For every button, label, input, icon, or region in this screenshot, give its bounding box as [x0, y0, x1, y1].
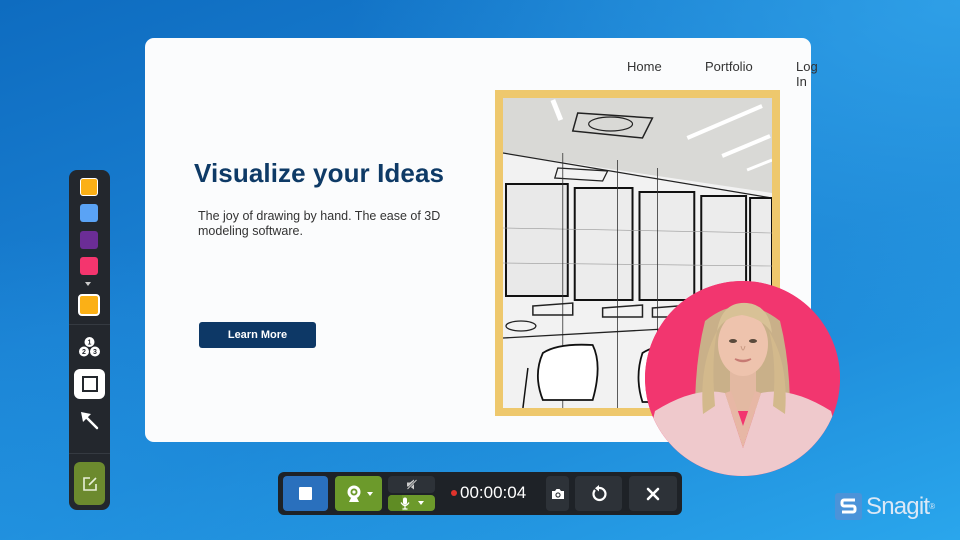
stop-recording-button[interactable]	[283, 476, 328, 511]
step-label-2: 2	[82, 349, 86, 356]
microphone-toggle-button[interactable]	[388, 495, 435, 511]
mic-options-caret-icon[interactable]	[417, 501, 424, 505]
recording-toolbar: 00:00:04	[278, 472, 682, 515]
presenter-video	[645, 281, 840, 476]
current-color-swatch[interactable]	[78, 294, 100, 316]
restart-icon	[591, 484, 607, 501]
rectangle-icon	[81, 376, 98, 392]
stop-icon	[299, 487, 312, 500]
step-label-3: 3	[93, 349, 97, 356]
snagit-logo: Snagit ®	[835, 493, 935, 520]
system-audio-muted-icon	[405, 479, 418, 490]
color-swatch-orange[interactable]	[80, 178, 98, 196]
arrow-tool-button[interactable]	[77, 408, 102, 433]
site-nav: Home Portfolio Log In	[511, 59, 818, 89]
snagit-logo-icon	[835, 493, 862, 520]
camera-icon	[551, 488, 564, 499]
step-label-1: 1	[88, 340, 92, 347]
step-tool-button[interactable]: 1 2 3	[77, 336, 102, 358]
screenshot-button[interactable]	[546, 476, 569, 511]
webcam-toggle-button[interactable]	[335, 476, 382, 511]
step-numbers-icon: 1 2 3	[79, 337, 100, 357]
recording-indicator-icon	[451, 490, 457, 496]
registered-mark: ®	[929, 502, 936, 511]
arrow-icon	[80, 411, 98, 429]
edit-tool-button[interactable]	[74, 462, 105, 505]
color-swatch-pink[interactable]	[80, 257, 98, 275]
panel-divider	[69, 453, 110, 454]
webcam-overlay[interactable]	[645, 281, 840, 476]
system-audio-toggle-button[interactable]	[388, 476, 435, 493]
rectangle-tool-button[interactable]	[74, 369, 105, 399]
color-swatch-purple[interactable]	[80, 231, 98, 249]
panel-divider	[69, 324, 110, 325]
webcam-icon	[347, 485, 361, 502]
nav-login-link[interactable]: Log In	[796, 59, 818, 89]
hero-subtitle: The joy of drawing by hand. The ease of …	[198, 209, 441, 238]
close-icon	[646, 487, 660, 500]
learn-more-button[interactable]: Learn More	[199, 322, 316, 348]
timer-value: 00:00:04	[460, 483, 527, 502]
nav-home-link[interactable]: Home	[627, 59, 662, 74]
cancel-recording-button[interactable]	[629, 476, 677, 511]
edit-icon	[82, 476, 97, 491]
color-more-caret-icon[interactable]	[85, 282, 91, 286]
snagit-wordmark: Snagit	[866, 492, 930, 520]
annotation-tool-panel: 1 2 3	[69, 170, 110, 510]
nav-portfolio-link[interactable]: Portfolio	[705, 59, 753, 74]
restart-recording-button[interactable]	[575, 476, 622, 511]
hero-title: Visualize your Ideas	[194, 158, 445, 188]
microphone-icon	[400, 497, 409, 510]
color-swatch-blue[interactable]	[80, 204, 98, 222]
webcam-options-caret-icon[interactable]	[367, 491, 373, 496]
recording-timer: 00:00:04	[451, 483, 526, 503]
